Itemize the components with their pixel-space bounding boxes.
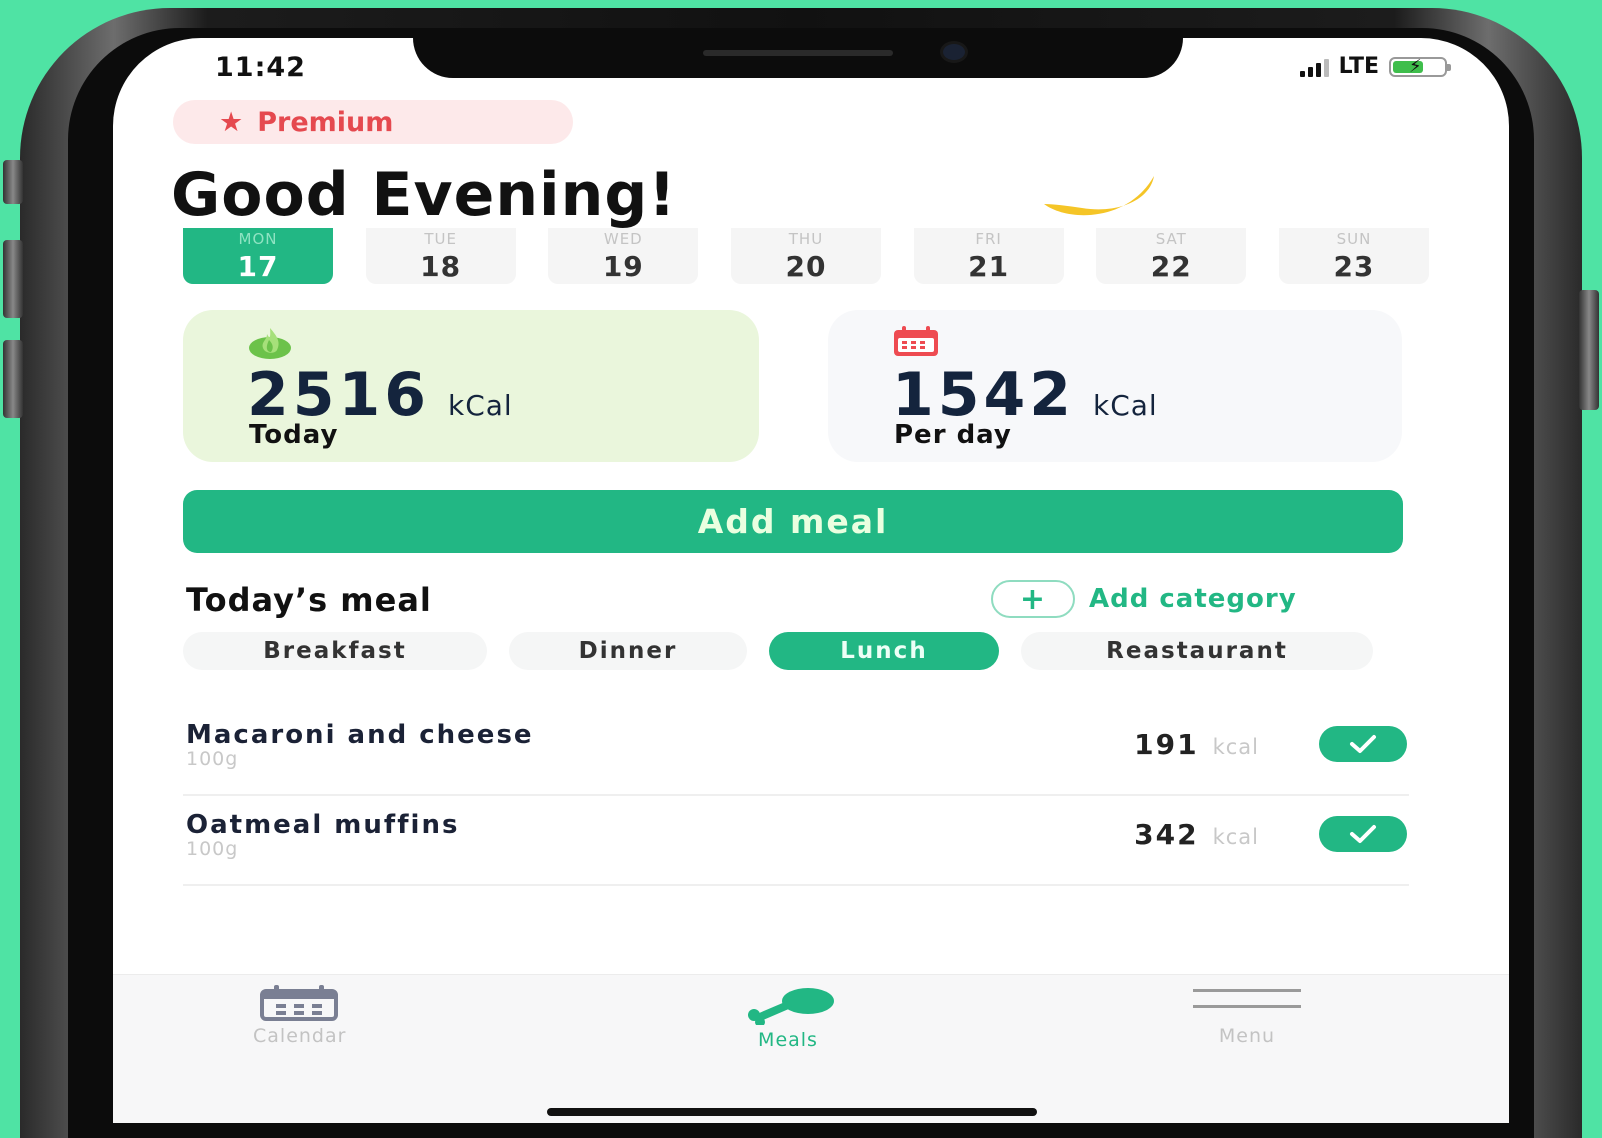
day-name: TUE (424, 230, 457, 248)
day-sat[interactable]: SAT 22 (1096, 228, 1247, 284)
day-name: THU (788, 230, 824, 248)
premium-badge[interactable]: ★ Premium (173, 100, 573, 144)
volume-up-button (3, 240, 23, 318)
meal-name: Oatmeal muffins (186, 810, 460, 840)
day-name: WED (603, 230, 643, 248)
meal-quantity: 100g (186, 838, 239, 860)
status-indicators: LTE ⚡ (1299, 54, 1451, 79)
tab-meals-label: Meals (758, 1029, 818, 1051)
volume-down-button (3, 340, 23, 418)
tab-menu[interactable]: Menu (1193, 985, 1301, 1047)
day-date: 23 (1333, 250, 1375, 283)
day-name: FRI (975, 230, 1002, 248)
meal-check-toggle[interactable] (1319, 816, 1407, 852)
day-date: 18 (420, 250, 462, 283)
meal-kcal-unit: kcal (1212, 825, 1259, 849)
mute-switch (3, 160, 23, 204)
per-day-kcal-card[interactable]: 1542 kCal Per day (828, 310, 1402, 462)
day-tue[interactable]: TUE 18 (365, 228, 516, 284)
day-name: MON (238, 230, 278, 248)
meal-quantity: 100g (186, 748, 239, 770)
day-date: 17 (237, 250, 279, 283)
power-button (1579, 290, 1599, 410)
notch (413, 38, 1183, 78)
status-time: 11:42 (215, 52, 306, 83)
calendar-icon (259, 985, 338, 1021)
plus-icon: + (991, 580, 1075, 618)
speaker-grille (703, 50, 893, 56)
per-day-kcal-label: Per day (894, 420, 1012, 450)
greeting-title: Good Evening! (171, 160, 677, 230)
network-label: LTE (1338, 54, 1379, 79)
meal-kcal: 342 kcal (1134, 818, 1259, 851)
add-category-label: Add category (1089, 584, 1297, 614)
tab-meals[interactable]: Meals (738, 985, 838, 1051)
front-camera (943, 44, 965, 60)
home-indicator (547, 1108, 1037, 1116)
chip-lunch[interactable]: Lunch (769, 632, 999, 670)
tab-menu-label: Menu (1218, 1025, 1276, 1047)
check-icon (1350, 825, 1376, 843)
moon-icon (1044, 176, 1154, 216)
chip-breakfast[interactable]: Breakfast (183, 632, 487, 670)
star-icon: ★ (219, 106, 244, 138)
flame-icon (249, 328, 291, 359)
day-sun[interactable]: SUN 23 (1278, 228, 1429, 284)
add-category-button[interactable]: + Add category (991, 580, 1297, 618)
bottom-tab-bar: Calendar Meals Menu (113, 974, 1509, 1123)
meal-check-toggle[interactable] (1319, 726, 1407, 762)
meal-name: Macaroni and cheese (186, 720, 534, 750)
meal-kcal-number: 342 (1134, 818, 1199, 851)
tab-calendar[interactable]: Calendar (253, 985, 346, 1047)
day-wed[interactable]: WED 19 (548, 228, 699, 284)
category-chips: Breakfast Dinner Lunch Reastaurant (183, 632, 1373, 670)
menu-icon (1193, 989, 1301, 1008)
day-name: SUN (1336, 230, 1372, 248)
day-mon[interactable]: MON 17 (183, 228, 333, 284)
meal-row[interactable]: Oatmeal muffins 100g 342 kcal (183, 794, 1409, 886)
premium-label: Premium (257, 106, 394, 138)
meal-row[interactable]: Macaroni and cheese 100g 191 kcal (183, 704, 1409, 796)
signal-icon (1299, 57, 1329, 77)
meal-kcal: 191 kcal (1134, 728, 1259, 761)
chip-restaurant[interactable]: Reastaurant (1021, 632, 1373, 670)
day-date: 20 (785, 250, 827, 283)
tab-calendar-label: Calendar (253, 1025, 347, 1047)
app-screen: 11:42 LTE ⚡ ★ Premium Good Evening! MON 1… (113, 38, 1509, 1123)
day-date: 21 (968, 250, 1010, 283)
per-day-kcal-unit: kCal (1093, 389, 1158, 422)
battery-icon: ⚡ (1389, 56, 1451, 77)
todays-meal-title: Today’s meal (186, 581, 432, 619)
day-name: SAT (1155, 230, 1187, 248)
day-fri[interactable]: FRI 21 (913, 228, 1064, 284)
day-thu[interactable]: THU 20 (730, 228, 881, 284)
calendar-icon (894, 326, 938, 356)
today-kcal-unit: kCal (448, 389, 513, 422)
chip-dinner[interactable]: Dinner (509, 632, 747, 670)
day-date: 19 (602, 250, 644, 283)
meal-kcal-number: 191 (1134, 728, 1199, 761)
drumstick-icon (748, 988, 834, 1025)
today-kcal-label: Today (249, 420, 339, 450)
add-meal-button[interactable]: Add meal (183, 490, 1403, 553)
week-strip: MON 17 TUE 18 WED 19 THU 20 FRI 21 SAT 22 SUN 2… (183, 228, 1429, 284)
check-icon (1350, 735, 1376, 753)
meal-kcal-unit: kcal (1212, 735, 1259, 759)
today-kcal-card[interactable]: 2516 kCal Today (183, 310, 759, 462)
day-date: 22 (1150, 250, 1192, 283)
